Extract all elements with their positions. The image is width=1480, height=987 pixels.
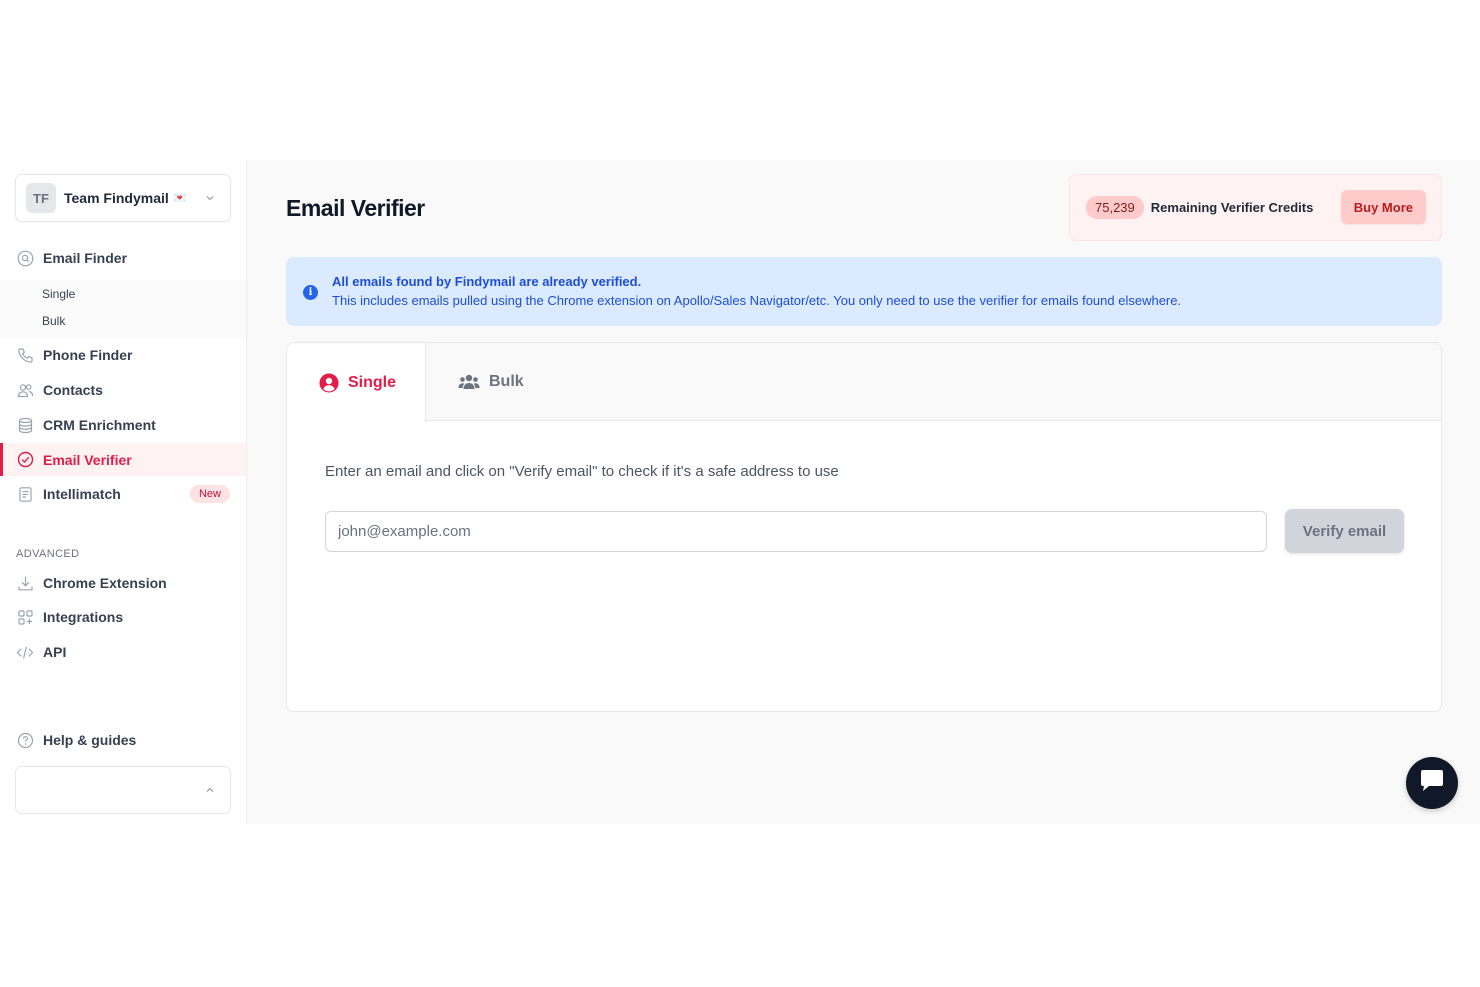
sidebar-subitem-bulk[interactable]: Bulk: [42, 314, 65, 328]
sidebar-item-help[interactable]: Help & guides: [0, 724, 246, 756]
user-circle-icon: [319, 373, 339, 393]
new-badge: New: [189, 485, 230, 503]
account-menu[interactable]: [15, 766, 231, 814]
email-input[interactable]: [325, 511, 1267, 552]
chat-launcher-button[interactable]: [1406, 757, 1458, 809]
info-title: All emails found by Findymail are alread…: [332, 274, 642, 289]
info-banner: i All emails found by Findymail are alre…: [286, 257, 1442, 326]
database-icon: [16, 416, 34, 434]
tab-single[interactable]: Single: [287, 343, 426, 422]
sidebar-item-label: Phone Finder: [43, 347, 133, 363]
chevron-up-icon: [204, 783, 216, 801]
tab-bar: Single Bulk: [287, 343, 1441, 422]
team-name: Team Findymail: [64, 190, 169, 206]
sidebar-item-label: Email Finder: [43, 250, 128, 266]
users-icon: [16, 381, 34, 399]
chevron-down-icon: [204, 191, 216, 209]
document-icon: [16, 485, 34, 503]
sidebar-item-chrome-extension[interactable]: Chrome Extension: [0, 567, 246, 599]
sidebar-item-label: Chrome Extension: [43, 575, 167, 591]
sidebar-item-phone-finder[interactable]: Phone Finder: [0, 339, 246, 371]
sidebar-item-email-verifier[interactable]: Email Verifier: [0, 443, 246, 476]
sidebar-item-label: Integrations: [43, 609, 124, 625]
info-text: This includes emails pulled using the Ch…: [332, 293, 1182, 308]
sidebar-item-crm-enrichment[interactable]: CRM Enrichment: [0, 409, 246, 441]
app-window: TF Team Findymail 💌 Email Finder Single …: [0, 160, 1480, 824]
team-switcher[interactable]: TF Team Findymail 💌: [15, 174, 231, 222]
users-group-icon: [458, 373, 480, 391]
main-content: Email Verifier 75,239 Remaining Verifier…: [247, 160, 1480, 824]
team-emoji: 💌: [173, 192, 187, 204]
tab-label: Single: [348, 373, 397, 391]
search-circle-icon: [16, 249, 34, 267]
tab-label: Bulk: [489, 373, 524, 390]
check-circle-icon: [16, 451, 34, 469]
chat-bubble-icon: [1419, 769, 1445, 798]
sidebar-item-integrations[interactable]: Integrations: [0, 601, 246, 633]
sidebar-item-contacts[interactable]: Contacts: [0, 374, 246, 406]
sidebar-item-label: Contacts: [43, 382, 103, 398]
credit-label: Remaining Verifier Credits: [1150, 200, 1314, 215]
sidebar-item-email-finder[interactable]: Email Finder: [0, 242, 246, 274]
download-icon: [16, 574, 34, 592]
credits-panel: 75,239 Remaining Verifier Credits Buy Mo…: [1069, 174, 1442, 241]
verifier-card: Single Bulk Enter an email and click on …: [286, 342, 1442, 712]
sidebar-item-label: Email Verifier: [43, 451, 132, 468]
team-avatar: TF: [26, 183, 56, 213]
phone-icon: [16, 346, 34, 364]
sidebar-subitem-single[interactable]: Single: [42, 287, 75, 301]
section-label-advanced: ADVANCED: [16, 548, 80, 560]
email-finder-subnav: Single Bulk: [0, 280, 246, 338]
instructions-text: Enter an email and click on "Verify emai…: [325, 463, 839, 480]
sidebar-item-label: CRM Enrichment: [43, 417, 156, 433]
sidebar-item-api[interactable]: API: [0, 636, 246, 668]
page-title: Email Verifier: [286, 195, 425, 221]
sidebar-item-label: Intellimatch: [43, 486, 121, 502]
sidebar-item-intellimatch[interactable]: Intellimatch New: [0, 478, 246, 510]
credit-count-badge: 75,239: [1086, 196, 1144, 219]
code-icon: [16, 643, 34, 661]
grid-plus-icon: [16, 608, 34, 626]
question-circle-icon: [16, 731, 34, 749]
sidebar-item-label: API: [43, 644, 67, 660]
info-icon: i: [303, 285, 318, 300]
tab-bulk[interactable]: Bulk: [458, 343, 524, 421]
verify-email-button[interactable]: Verify email: [1285, 509, 1404, 553]
buy-more-button[interactable]: Buy More: [1340, 190, 1426, 224]
sidebar: TF Team Findymail 💌 Email Finder Single …: [0, 160, 247, 824]
sidebar-item-label: Help & guides: [43, 732, 137, 748]
